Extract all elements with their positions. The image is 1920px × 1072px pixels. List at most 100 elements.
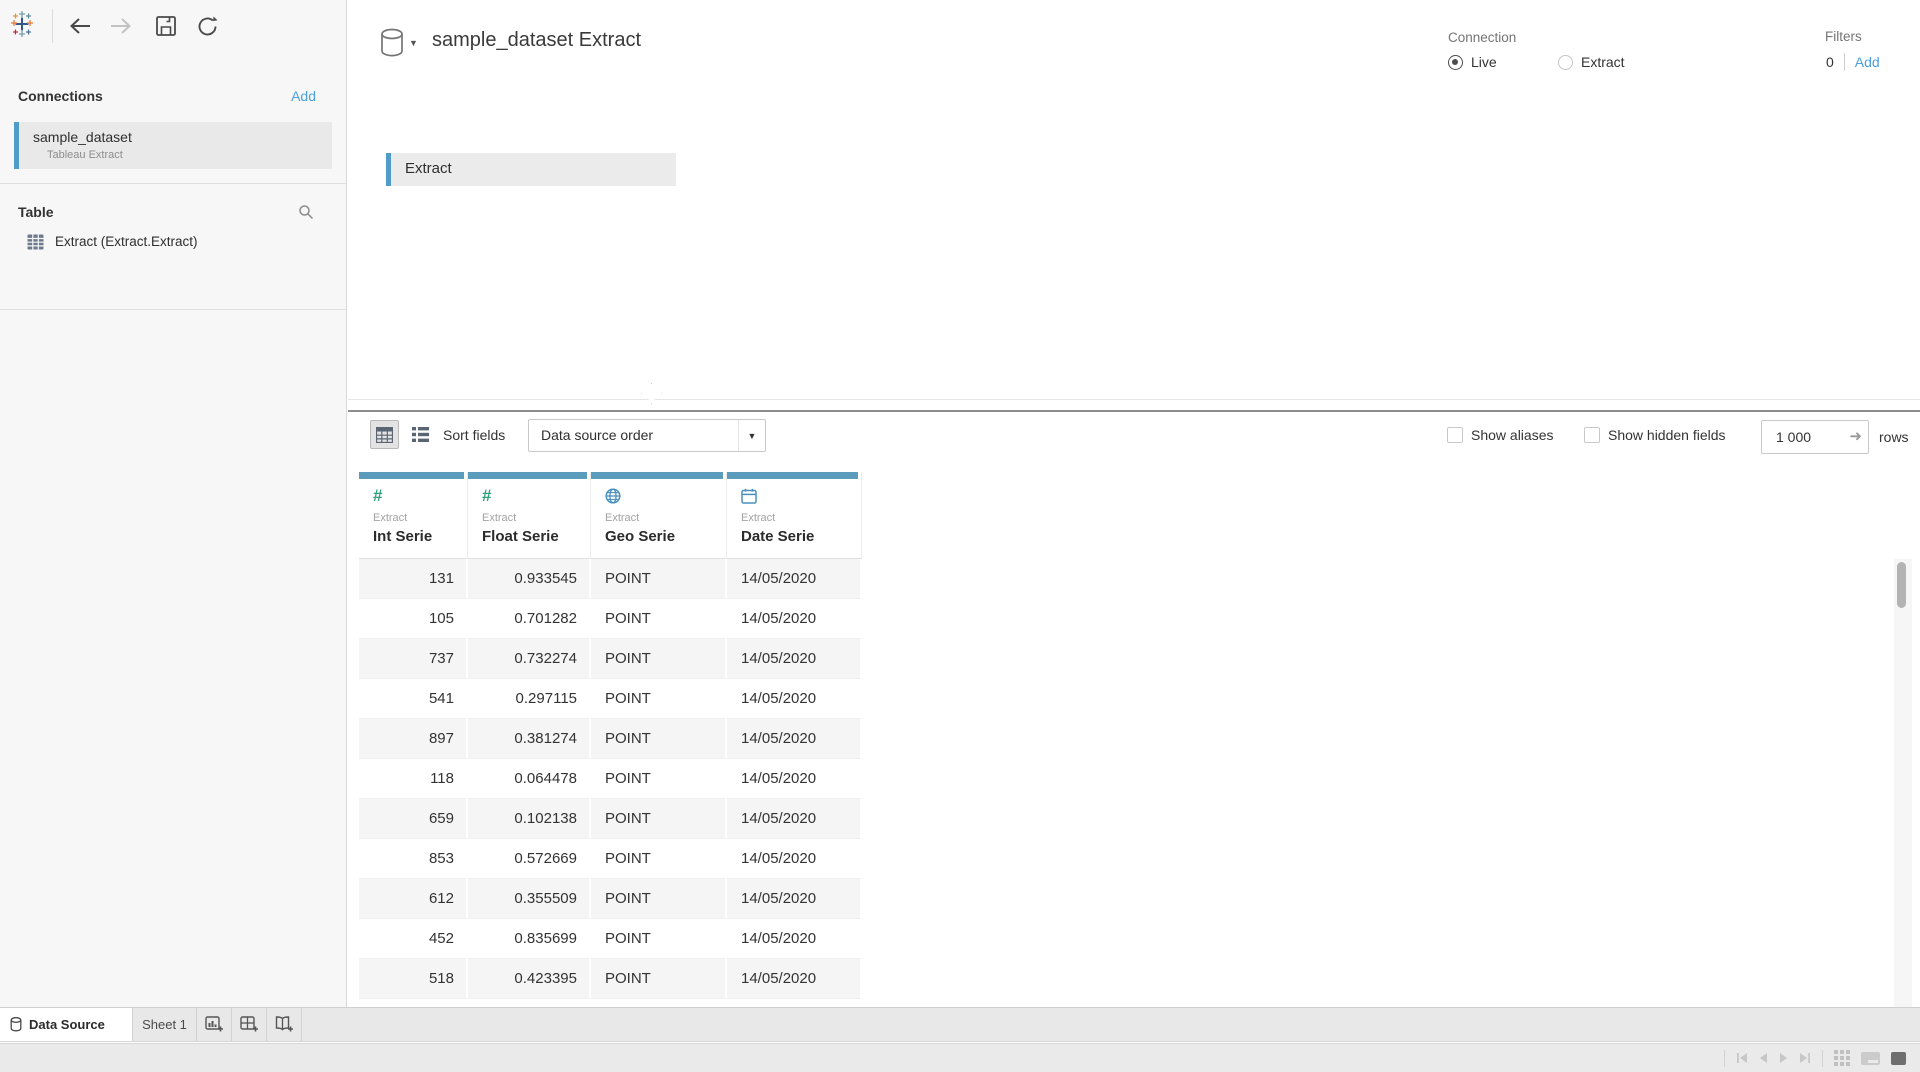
table-cell[interactable]: POINT [591, 599, 727, 639]
grid-view-button[interactable] [370, 420, 399, 449]
vertical-scrollbar-thumb[interactable] [1897, 562, 1906, 608]
sidebar-table-item[interactable]: Extract (Extract.Extract) [0, 231, 346, 257]
column-header-date-serie[interactable]: Extract Date Serie [727, 472, 862, 559]
table-cell[interactable]: 737 [359, 639, 468, 679]
table-cell[interactable]: 0.064478 [468, 759, 591, 799]
table-cell[interactable]: 14/05/2020 [727, 799, 862, 839]
previous-sheet-button[interactable] [1759, 1052, 1768, 1064]
table-cell[interactable]: 14/05/2020 [727, 639, 862, 679]
table-cell[interactable]: 14/05/2020 [727, 599, 862, 639]
table-cell[interactable]: POINT [591, 919, 727, 959]
column-name: Date Serie [741, 528, 814, 545]
table-cell[interactable]: POINT [591, 759, 727, 799]
table-cell[interactable]: POINT [591, 879, 727, 919]
table-cell[interactable]: 0.355509 [468, 879, 591, 919]
table-cell[interactable]: POINT [591, 799, 727, 839]
connections-header: Connections Add [0, 88, 346, 110]
datasource-menu-caret-icon[interactable]: ▼ [409, 38, 418, 48]
table-cell[interactable]: 0.701282 [468, 599, 591, 639]
table-cell[interactable]: 105 [359, 599, 468, 639]
list-view-button[interactable] [406, 420, 435, 449]
table-cell[interactable]: 118 [359, 759, 468, 799]
table-cell[interactable]: 14/05/2020 [727, 719, 862, 759]
forward-button[interactable] [107, 12, 135, 40]
sheet-sorter-view-button[interactable] [1834, 1050, 1850, 1066]
new-worksheet-button[interactable] [197, 1008, 232, 1041]
main-toolbar [0, 0, 346, 57]
table-cell[interactable]: 14/05/2020 [727, 559, 862, 599]
save-button[interactable] [152, 12, 180, 40]
connection-live-radio[interactable]: Live [1448, 54, 1497, 70]
new-dashboard-icon [240, 1016, 259, 1033]
table-cell[interactable]: 853 [359, 839, 468, 879]
table-cell[interactable]: 0.572669 [468, 839, 591, 879]
dropdown-caret-box[interactable]: ▼ [738, 420, 765, 451]
vertical-scrollbar-track[interactable] [1894, 559, 1912, 1007]
table-cell[interactable]: 0.381274 [468, 719, 591, 759]
sort-order-dropdown[interactable]: Data source order ▼ [528, 419, 766, 452]
table-row: 1050.701282POINT14/05/2020 [359, 599, 862, 639]
table-cell[interactable]: 452 [359, 919, 468, 959]
datasource-database-icon[interactable] [379, 28, 405, 63]
last-sheet-button[interactable] [1799, 1052, 1811, 1064]
table-cell[interactable]: 14/05/2020 [727, 759, 862, 799]
show-aliases-checkbox[interactable]: Show aliases [1447, 427, 1554, 443]
tabs-view-button[interactable] [1891, 1052, 1906, 1065]
table-cell[interactable]: 0.423395 [468, 959, 591, 999]
rows-apply-arrow-icon[interactable]: ➜ [1849, 427, 1862, 445]
filmstrip-view-button[interactable] [1861, 1052, 1880, 1065]
column-source: Extract [741, 512, 775, 524]
add-connection-link[interactable]: Add [291, 88, 316, 104]
column-header-int-serie[interactable]: # Extract Int Serie [359, 472, 468, 559]
search-icon[interactable] [298, 204, 314, 225]
new-story-button[interactable] [267, 1008, 302, 1041]
table-cell[interactable]: 14/05/2020 [727, 879, 862, 919]
connection-extract-radio[interactable]: Extract [1558, 54, 1625, 70]
table-cell[interactable]: POINT [591, 839, 727, 879]
calendar-field-icon [741, 487, 757, 505]
table-cell[interactable]: 0.102138 [468, 799, 591, 839]
table-cell[interactable]: POINT [591, 559, 727, 599]
tab-data-source[interactable]: Data Source [0, 1008, 133, 1041]
table-cell[interactable]: 541 [359, 679, 468, 719]
show-hidden-fields-checkbox[interactable]: Show hidden fields [1584, 427, 1726, 443]
table-cell[interactable]: POINT [591, 679, 727, 719]
radio-selected-icon[interactable] [1448, 55, 1463, 70]
radio-unselected-icon[interactable] [1558, 55, 1573, 70]
table-cell[interactable]: 14/05/2020 [727, 919, 862, 959]
table-cell[interactable]: 0.933545 [468, 559, 591, 599]
filters-add-link[interactable]: Add [1855, 54, 1880, 70]
connection-item[interactable]: sample_dataset Tableau Extract [14, 122, 332, 169]
table-section-header: Table [0, 204, 346, 224]
column-header-float-serie[interactable]: # Extract Float Serie [468, 472, 591, 559]
table-cell[interactable]: 0.297115 [468, 679, 591, 719]
next-sheet-button[interactable] [1779, 1052, 1788, 1064]
refresh-button[interactable] [193, 12, 221, 40]
table-cell[interactable]: 14/05/2020 [727, 959, 862, 999]
canvas-table-chip[interactable]: Extract [386, 153, 676, 186]
table-cell[interactable]: 612 [359, 879, 468, 919]
column-header-geo-serie[interactable]: Extract Geo Serie [591, 472, 727, 559]
grid-view-icon [376, 427, 393, 443]
checkbox-icon[interactable] [1584, 427, 1600, 443]
new-dashboard-button[interactable] [232, 1008, 267, 1041]
table-cell[interactable]: 14/05/2020 [727, 679, 862, 719]
table-cell[interactable]: POINT [591, 639, 727, 679]
back-button[interactable] [66, 12, 94, 40]
table-cell[interactable]: POINT [591, 719, 727, 759]
table-cell[interactable]: 0.732274 [468, 639, 591, 679]
table-cell[interactable]: 14/05/2020 [727, 839, 862, 879]
first-sheet-button[interactable] [1736, 1052, 1748, 1064]
table-cell[interactable]: 659 [359, 799, 468, 839]
table-cell[interactable]: 897 [359, 719, 468, 759]
chip-label: Extract [405, 160, 452, 177]
checkbox-icon[interactable] [1447, 427, 1463, 443]
table-cell[interactable]: 518 [359, 959, 468, 999]
tab-sheet1[interactable]: Sheet 1 [133, 1008, 197, 1041]
column-source: Extract [373, 512, 407, 524]
table-cell[interactable]: 0.835699 [468, 919, 591, 959]
table-cell[interactable]: 131 [359, 559, 468, 599]
canvas-panel-divider[interactable] [348, 399, 1920, 400]
filters-row: 0 Add [1826, 53, 1880, 71]
table-cell[interactable]: POINT [591, 959, 727, 999]
